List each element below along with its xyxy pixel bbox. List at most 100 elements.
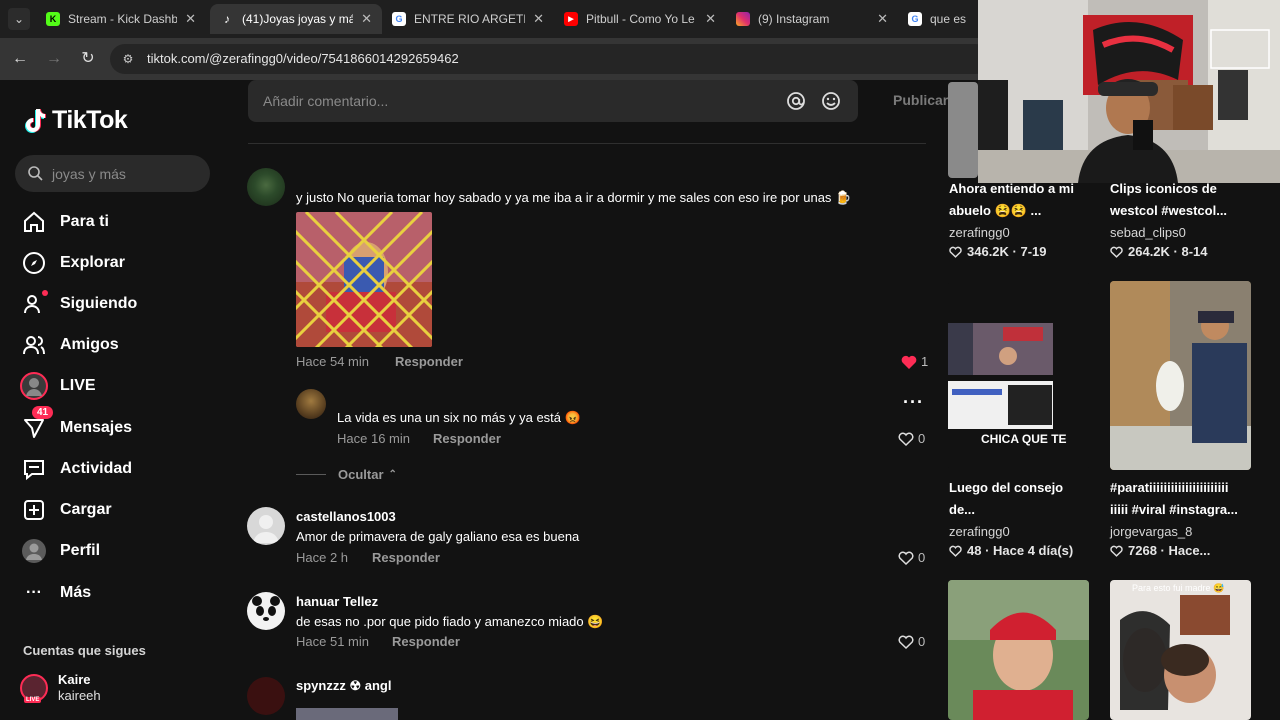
browser-tab[interactable]: G que es pr — [898, 4, 978, 34]
site-info-icon[interactable]: ⚙ — [120, 51, 136, 67]
youtube-icon: ▶ — [564, 12, 578, 26]
nav-item-actividad[interactable]: Actividad — [20, 453, 220, 485]
profile-icon — [20, 537, 48, 565]
video-thumbnail[interactable] — [948, 580, 1089, 720]
nav-item-perfil[interactable]: Perfil — [20, 535, 220, 567]
close-icon[interactable]: ✕ — [361, 11, 372, 27]
tab-search-button[interactable]: ⌄ — [8, 8, 30, 30]
avatar[interactable] — [247, 507, 285, 545]
nav-item-live[interactable]: LIVE — [20, 370, 220, 402]
browser-tab[interactable]: ▶ Pitbull - Como Yo Le ✕ — [554, 4, 726, 34]
close-icon[interactable]: ✕ — [185, 11, 196, 27]
nav-item-mensajes[interactable]: 41 Mensajes — [20, 406, 220, 444]
webcam-feed — [978, 0, 1280, 183]
heart-icon — [898, 551, 914, 565]
url-field[interactable]: ⚙ tiktok.com/@zerafingg0/video/754186601… — [110, 44, 990, 74]
following-icon — [20, 290, 48, 318]
google-icon: G — [908, 12, 922, 26]
nav-item-para-ti[interactable]: Para ti — [20, 206, 220, 238]
like-button[interactable]: 0 — [898, 550, 925, 565]
nav-item-siguiendo[interactable]: Siguiendo — [20, 288, 220, 320]
video-author[interactable]: jorgevargas_8 — [1110, 524, 1192, 539]
video-title-line2[interactable]: de... — [949, 499, 1099, 521]
heart-icon — [949, 246, 962, 258]
forward-icon[interactable]: → — [44, 49, 64, 69]
reply-button[interactable]: Responder — [392, 634, 460, 649]
publish-button[interactable]: Publicar — [893, 92, 948, 108]
more-options-icon[interactable]: ··· — [903, 392, 924, 413]
comment-time: Hace 54 min — [296, 354, 369, 369]
video-preview — [1110, 580, 1251, 720]
comment-username[interactable]: castellanos1003 — [296, 509, 396, 524]
avatar[interactable] — [247, 168, 285, 206]
close-icon[interactable]: ✕ — [877, 11, 888, 27]
tiktok-logo[interactable]: TikTok — [22, 106, 128, 135]
comment-text: de esas no .por que pido fiado y amanezc… — [296, 614, 604, 629]
avatar[interactable] — [247, 677, 285, 715]
heart-filled-icon — [901, 355, 917, 369]
nav-item-explorar[interactable]: Explorar — [20, 247, 220, 279]
comment-time: Hace 51 min — [296, 634, 369, 649]
nav-item-cargar[interactable]: Cargar — [20, 494, 220, 526]
video-stats: 264.2K · 8-14 — [1110, 244, 1208, 259]
avatar[interactable] — [296, 389, 326, 419]
kick-icon: K — [46, 12, 60, 26]
browser-tab[interactable]: K Stream - Kick Dashbo ✕ — [36, 4, 206, 34]
comment-text: y justo No queria tomar hoy sabado y ya … — [296, 190, 852, 205]
comment-username[interactable]: hanuar Tellez — [296, 594, 378, 609]
panda-avatar-icon — [252, 596, 280, 621]
browser-tab[interactable]: G ENTRE RIO ARGETNIN ✕ — [382, 4, 554, 34]
notification-dot — [42, 290, 48, 296]
video-author[interactable]: sebad_clips0 — [1110, 225, 1186, 240]
nav-item-mas[interactable]: ··· Más — [20, 577, 220, 609]
heart-icon — [898, 635, 914, 649]
heart-icon — [1110, 545, 1123, 557]
comment-text: Amor de primavera de galy galiano esa es… — [296, 529, 580, 544]
video-thumbnail[interactable]: Para esto fui madre 😅 — [1110, 580, 1251, 720]
home-icon — [20, 208, 48, 236]
like-button[interactable]: 0 — [898, 431, 925, 446]
search-input[interactable]: joyas y más — [15, 155, 210, 192]
video-title-line2[interactable]: abuelo 😫😫 ... — [949, 200, 1099, 222]
compass-icon — [20, 249, 48, 277]
hide-replies-button[interactable]: Ocultar ⌃ — [338, 467, 397, 482]
video-stats: 7268 · Hace... — [1110, 543, 1210, 558]
followed-account[interactable]: LIVE Kaire kaireeh — [20, 672, 101, 704]
video-thumbnail[interactable]: CHICA QUE TE — [948, 281, 1089, 470]
comment-image[interactable] — [296, 708, 398, 720]
video-author[interactable]: zerafingg0 — [949, 225, 1010, 240]
like-button[interactable]: 1 — [901, 354, 928, 369]
avatar[interactable] — [247, 592, 285, 630]
reply-button[interactable]: Responder — [395, 354, 463, 369]
mention-icon[interactable] — [786, 91, 806, 111]
back-icon[interactable]: ← — [10, 49, 30, 69]
video-title-line2[interactable]: westcol #westcol... — [1110, 200, 1270, 222]
video-stats: 346.2K · 7-19 — [949, 244, 1047, 259]
comment-text: La vida es una un six no más y ya está 😡 — [337, 410, 581, 425]
close-icon[interactable]: ✕ — [533, 11, 544, 27]
video-thumbnail[interactable] — [1110, 281, 1251, 470]
emoji-icon[interactable] — [821, 91, 841, 111]
default-avatar-icon — [253, 515, 279, 543]
nav-item-amigos[interactable]: Amigos — [20, 329, 220, 361]
comment-image[interactable] — [296, 212, 432, 347]
video-author[interactable]: zerafingg0 — [949, 524, 1010, 539]
reply-button[interactable]: Responder — [372, 550, 440, 565]
video-title[interactable]: Luego del consejo — [949, 477, 1099, 499]
like-button[interactable]: 0 — [898, 634, 925, 649]
comment-username[interactable]: spynzzz ☢ angl — [296, 678, 391, 694]
video-title[interactable]: #paratiiiiiiiiiiiiiiiiiiiiii — [1110, 477, 1270, 499]
video-thumbnail[interactable] — [948, 82, 978, 178]
reply-button[interactable]: Responder — [433, 431, 501, 446]
tiktok-logo-icon — [25, 108, 46, 133]
browser-tab-active[interactable]: ♪ (41)Joyas joyas y más ✕ — [210, 4, 382, 34]
reload-icon[interactable]: ↻ — [78, 49, 98, 69]
messages-badge: 41 — [32, 406, 54, 419]
comment-input[interactable]: Añadir comentario... — [248, 80, 858, 122]
heart-icon — [949, 545, 962, 557]
divider — [296, 474, 326, 475]
browser-tab[interactable]: (9) Instagram ✕ — [726, 4, 898, 34]
video-preview — [948, 580, 1089, 720]
video-title-line2[interactable]: iiiii #viral #instagra... — [1110, 499, 1270, 521]
close-icon[interactable]: ✕ — [705, 11, 716, 27]
